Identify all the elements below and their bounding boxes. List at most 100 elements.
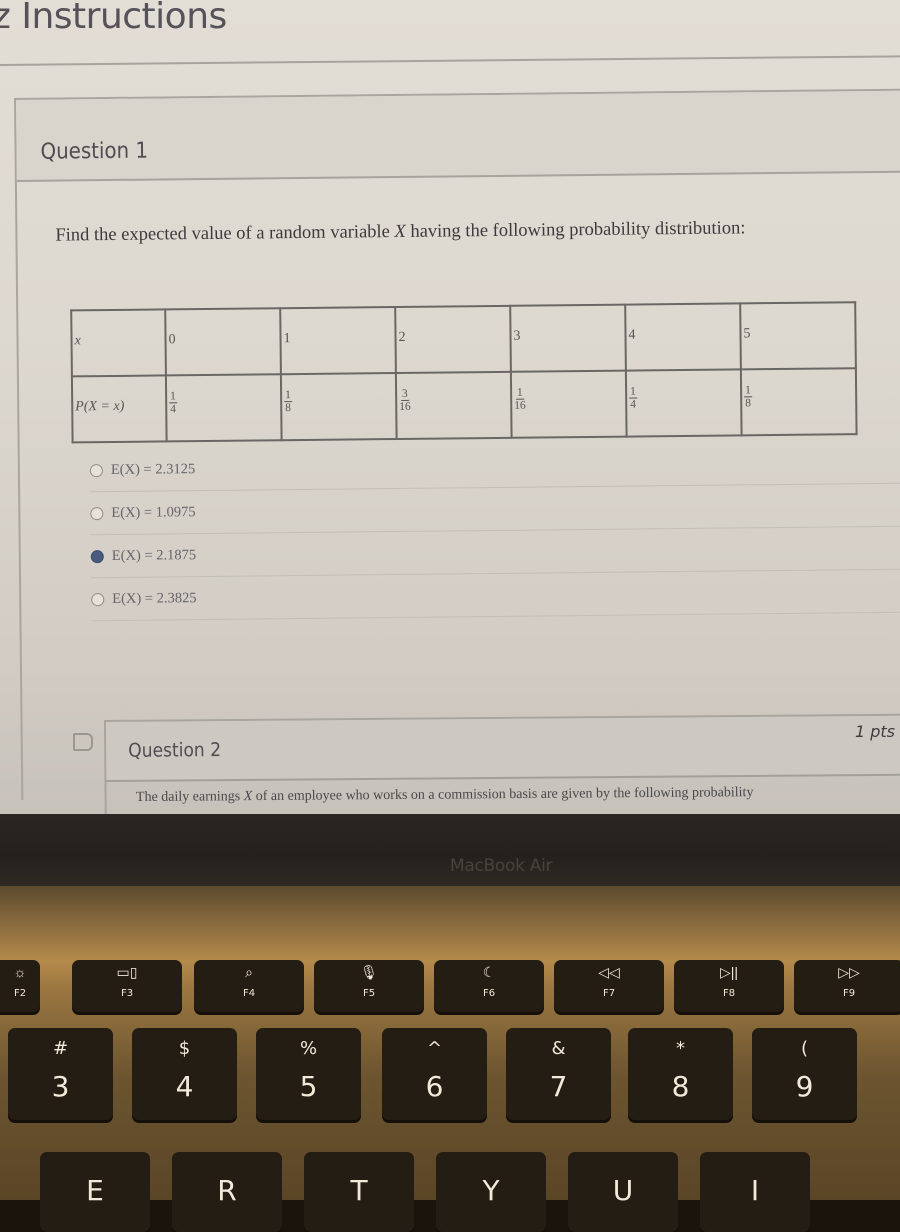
- denominator: 16: [514, 399, 526, 412]
- prompt-text: having the following probability distrib…: [405, 218, 746, 242]
- radio-button[interactable]: [91, 592, 105, 606]
- question-1-title: Question 1: [40, 138, 149, 165]
- microphone-icon: 🎙: [360, 964, 378, 980]
- denominator: 4: [630, 398, 637, 411]
- fraction: 14: [169, 390, 177, 415]
- key-f4[interactable]: ⌕ F4: [194, 960, 304, 1012]
- key-symbol: #: [52, 1038, 69, 1059]
- question-2-title: Question 2: [128, 739, 222, 762]
- flag-question-icon[interactable]: [73, 733, 93, 751]
- key-label: F2: [13, 988, 27, 999]
- probability-distribution-table: x 0 1 2 3 4 5 P(X = x) 14 18 3 16 1 16 14 …: [70, 301, 857, 443]
- probability-cell: 18: [740, 368, 857, 436]
- x-value: 1: [283, 331, 291, 347]
- key-number: 9: [795, 1070, 814, 1103]
- numerator: 3: [400, 387, 409, 401]
- key-label: F7: [602, 988, 616, 999]
- row-header-probability: P(X = x): [71, 375, 167, 443]
- key-f9[interactable]: ▷▷ F9: [794, 960, 900, 1012]
- key-number: 4: [175, 1070, 194, 1103]
- probability-cell: 3 16: [395, 371, 512, 440]
- key-label: F6: [482, 988, 496, 999]
- radio-button-selected[interactable]: [90, 549, 104, 563]
- radio-button[interactable]: [90, 506, 104, 520]
- key-u[interactable]: U: [568, 1152, 678, 1232]
- browser-screen: z Instructions Question 1 Find the expec…: [0, 0, 900, 818]
- key-letter: U: [612, 1174, 634, 1207]
- key-number: 7: [549, 1070, 568, 1103]
- numerator: 1: [169, 390, 177, 404]
- key-8[interactable]: * 8: [628, 1028, 733, 1120]
- key-number: 6: [425, 1070, 444, 1103]
- prompt-variable: X: [394, 221, 406, 243]
- prompt-text: of an employee who works on a commission…: [252, 785, 754, 805]
- probability-cell: 14: [625, 369, 742, 437]
- numerator: 1: [284, 389, 292, 403]
- key-i[interactable]: I: [700, 1152, 810, 1232]
- key-t[interactable]: T: [304, 1152, 414, 1232]
- question-1-card: Question 1 Find the expected value of a …: [14, 88, 900, 800]
- key-number: 3: [51, 1070, 70, 1103]
- probability-cell: 18: [280, 373, 397, 441]
- fraction: 14: [629, 385, 637, 411]
- question-1-body: Find the expected value of a random vari…: [17, 172, 900, 802]
- key-label: F3: [120, 988, 134, 999]
- key-9[interactable]: ( 9: [752, 1028, 857, 1120]
- x-value-cell: 0: [165, 308, 281, 376]
- radio-button[interactable]: [89, 463, 103, 477]
- key-f6[interactable]: ☾ F6: [434, 960, 544, 1012]
- key-y[interactable]: Y: [436, 1152, 546, 1232]
- key-f3[interactable]: ▭▯ F3: [72, 960, 182, 1012]
- key-e[interactable]: E: [40, 1152, 150, 1232]
- key-f2[interactable]: ☼ F2: [0, 960, 40, 1012]
- numerator: 1: [629, 385, 637, 399]
- key-f7[interactable]: ◁◁ F7: [554, 960, 664, 1012]
- prompt-text: The daily earnings: [135, 789, 244, 805]
- x-value: 2: [398, 329, 406, 345]
- key-4[interactable]: $ 4: [132, 1028, 237, 1120]
- denominator: 4: [170, 403, 177, 416]
- x-value: 4: [628, 327, 636, 343]
- probability-row: P(X = x) 14 18 3 16 1 16 14 18: [71, 368, 857, 443]
- moon-icon: ☾: [482, 964, 496, 980]
- x-value-cell: 4: [625, 303, 741, 371]
- answer-option-label: E(X) = 2.3825: [112, 589, 197, 607]
- numerator: 1: [744, 384, 752, 398]
- search-icon: ⌕: [245, 964, 253, 980]
- x-value-cell: 1: [280, 307, 396, 375]
- play-pause-icon: ▷||: [719, 964, 739, 980]
- key-symbol: $: [178, 1038, 191, 1059]
- answer-option[interactable]: E(X) = 2.3825: [91, 569, 900, 622]
- key-f8[interactable]: ▷|| F8: [674, 960, 784, 1012]
- brightness-up-icon: ☼: [13, 964, 27, 980]
- denominator: 16: [399, 400, 411, 413]
- key-letter: E: [86, 1174, 104, 1207]
- probability-cell: 14: [165, 374, 282, 442]
- key-symbol: &: [551, 1038, 566, 1059]
- key-label: F9: [842, 988, 856, 999]
- laptop-brand-label: MacBook Air: [450, 856, 553, 876]
- key-label: F4: [242, 988, 256, 999]
- numerator: 1: [515, 386, 524, 400]
- fraction: 3 16: [399, 387, 411, 413]
- key-r[interactable]: R: [172, 1152, 282, 1232]
- row-header-x: x: [71, 309, 166, 377]
- mission-control-icon: ▭▯: [116, 964, 138, 980]
- key-f5[interactable]: 🎙 F5: [314, 960, 424, 1012]
- key-3[interactable]: # 3: [8, 1028, 113, 1120]
- answer-options: E(X) = 2.3125 E(X) = 1.0975 E(X) = 2.187…: [89, 440, 900, 622]
- key-symbol: %: [299, 1038, 318, 1059]
- fast-forward-icon: ▷▷: [838, 964, 860, 980]
- key-7[interactable]: & 7: [506, 1028, 611, 1120]
- key-letter: Y: [482, 1174, 500, 1207]
- question-2-points: 1 pts: [854, 722, 895, 741]
- row-header-label: P(X = x): [75, 398, 125, 415]
- fraction: 1 16: [514, 386, 526, 412]
- key-number: 8: [671, 1070, 690, 1103]
- denominator: 8: [285, 402, 292, 415]
- key-5[interactable]: % 5: [256, 1028, 361, 1120]
- key-6[interactable]: ^ 6: [382, 1028, 487, 1120]
- answer-option-label: E(X) = 1.0975: [111, 503, 196, 521]
- x-value: 3: [513, 328, 521, 344]
- question-2-header: Question 2: [106, 715, 900, 782]
